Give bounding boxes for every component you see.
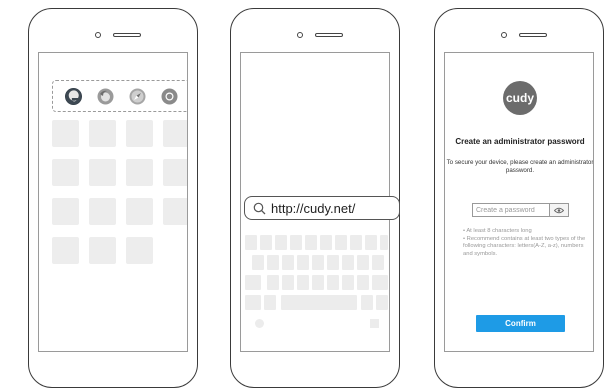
keyboard-key[interactable] bbox=[245, 235, 257, 250]
app-tile bbox=[163, 198, 187, 225]
app-tile bbox=[89, 198, 116, 225]
keyboard-key[interactable] bbox=[297, 255, 309, 270]
keyboard-key[interactable] bbox=[342, 275, 354, 290]
hint-complexity: • Recommend contains at least two types … bbox=[463, 236, 586, 257]
keyboard-key[interactable] bbox=[372, 255, 384, 270]
space-key[interactable] bbox=[281, 295, 357, 310]
page-subtitle: To secure your device, please create an … bbox=[446, 159, 594, 174]
cudy-logo: cudy bbox=[503, 81, 537, 115]
phone-create-password: cudy Create an administrator password To… bbox=[434, 8, 604, 388]
keyboard-key[interactable] bbox=[357, 275, 369, 290]
search-icon bbox=[253, 202, 266, 214]
password-field-group bbox=[472, 203, 569, 217]
app-tile bbox=[89, 120, 116, 147]
app-tile bbox=[126, 120, 153, 147]
camera-dot bbox=[95, 32, 101, 38]
phone-screen: http://cudy.net/ bbox=[240, 52, 400, 352]
keyboard-key[interactable] bbox=[264, 295, 276, 310]
phone-browser-select bbox=[28, 8, 198, 388]
app-tile bbox=[52, 237, 79, 264]
keyboard-key[interactable] bbox=[380, 235, 388, 250]
keyboard-key[interactable] bbox=[342, 255, 354, 270]
mic-key[interactable] bbox=[370, 319, 379, 328]
keyboard-key[interactable] bbox=[252, 255, 264, 270]
page-title: Create an administrator password bbox=[455, 137, 585, 146]
keyboard-key[interactable] bbox=[267, 275, 279, 290]
camera-dot bbox=[501, 32, 507, 38]
backspace-key[interactable] bbox=[372, 275, 388, 290]
return-key[interactable] bbox=[376, 295, 388, 310]
keyboard-key[interactable] bbox=[282, 275, 294, 290]
keyboard-key[interactable] bbox=[297, 275, 309, 290]
keyboard-key[interactable] bbox=[312, 255, 324, 270]
app-tile bbox=[52, 120, 79, 147]
shift-key[interactable] bbox=[245, 275, 261, 290]
speaker-slot bbox=[519, 33, 547, 37]
firefox-icon[interactable] bbox=[97, 88, 114, 105]
app-tile bbox=[52, 159, 79, 186]
url-bar[interactable]: http://cudy.net/ bbox=[244, 196, 400, 220]
keyboard-key[interactable] bbox=[361, 295, 373, 310]
app-tile bbox=[163, 159, 187, 186]
speaker-slot bbox=[315, 33, 343, 37]
phone-screen bbox=[38, 52, 188, 352]
keyboard-key[interactable] bbox=[350, 235, 362, 250]
hint-length: • At least 8 characters long bbox=[463, 228, 532, 234]
speaker-slot bbox=[113, 33, 141, 37]
edge-icon[interactable] bbox=[64, 87, 82, 105]
password-hints: • At least 8 characters long • Recommend… bbox=[463, 228, 589, 259]
app-tile bbox=[52, 198, 79, 225]
phone-screen: cudy Create an administrator password To… bbox=[444, 52, 594, 352]
keyboard-key[interactable] bbox=[365, 235, 377, 250]
keyboard-key[interactable] bbox=[282, 255, 294, 270]
url-text: http://cudy.net/ bbox=[271, 200, 356, 216]
show-password-toggle[interactable] bbox=[549, 204, 568, 216]
app-tile bbox=[89, 159, 116, 186]
number-key[interactable] bbox=[245, 295, 261, 310]
app-tile bbox=[89, 237, 116, 264]
logo-text: cudy bbox=[505, 91, 534, 105]
confirm-button[interactable]: Confirm bbox=[476, 315, 565, 332]
browser-dock bbox=[52, 80, 187, 112]
keyboard-key[interactable] bbox=[290, 235, 302, 250]
phone-enter-url: http://cudy.net/ bbox=[230, 8, 400, 388]
keyboard-key[interactable] bbox=[327, 255, 339, 270]
keyboard-key[interactable] bbox=[260, 235, 272, 250]
keyboard-key[interactable] bbox=[335, 235, 347, 250]
app-tile bbox=[126, 159, 153, 186]
keyboard-key[interactable] bbox=[275, 235, 287, 250]
keyboard-key[interactable] bbox=[312, 275, 324, 290]
app-tile bbox=[126, 198, 153, 225]
app-tile bbox=[163, 120, 187, 147]
eye-icon bbox=[554, 207, 564, 213]
app-tile bbox=[126, 237, 153, 264]
globe-key[interactable] bbox=[255, 319, 264, 328]
safari-icon[interactable] bbox=[129, 88, 146, 105]
camera-dot bbox=[297, 32, 303, 38]
keyboard-key[interactable] bbox=[327, 275, 339, 290]
keyboard-key[interactable] bbox=[357, 255, 369, 270]
password-input[interactable] bbox=[473, 204, 549, 216]
keyboard-key[interactable] bbox=[305, 235, 317, 250]
keyboard-key[interactable] bbox=[267, 255, 279, 270]
keyboard-key[interactable] bbox=[320, 235, 332, 250]
chrome-icon[interactable] bbox=[161, 88, 178, 105]
